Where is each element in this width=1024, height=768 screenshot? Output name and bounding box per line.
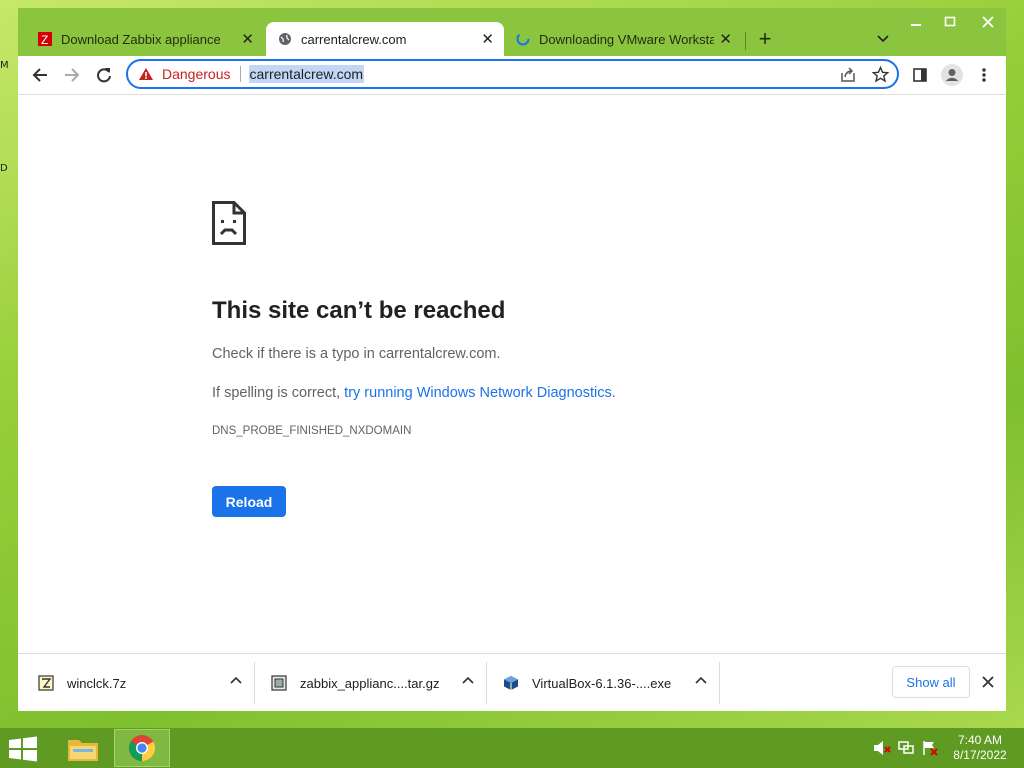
action-center-flag-icon[interactable] [920, 738, 940, 758]
tab-zabbix[interactable]: Z Download Zabbix appliance ✕ [24, 22, 264, 56]
error-code: DNS_PROBE_FINISHED_NXDOMAIN [212, 425, 412, 437]
profile-button[interactable] [937, 60, 967, 90]
close-tab-icon[interactable]: ✕ [719, 30, 732, 48]
security-status-chip[interactable]: Dangerous [162, 66, 231, 82]
tab-carrentalcrew[interactable]: carrentalcrew.com ✕ [266, 22, 504, 56]
spelling-suffix: . [611, 385, 616, 401]
address-bar[interactable]: Dangerous carrentalcrew.com [126, 59, 899, 89]
archive-icon [38, 675, 54, 691]
share-icon[interactable] [840, 67, 856, 88]
archive-icon [271, 675, 287, 691]
download-item[interactable]: zabbix_applianc....tar.gz [255, 654, 486, 712]
svg-text:Z: Z [41, 33, 48, 46]
tab-title: carrentalcrew.com [301, 31, 407, 47]
globe-icon [278, 32, 292, 46]
windows-logo-icon [9, 736, 37, 762]
folder-icon [68, 740, 98, 761]
arrow-right-icon [65, 68, 80, 82]
network-icon[interactable] [896, 738, 916, 758]
taskbar: 7:40 AM 8/17/2022 [0, 728, 1024, 768]
show-all-downloads-button[interactable]: Show all [892, 666, 970, 698]
side-panel-button[interactable] [905, 60, 935, 90]
close-tab-icon[interactable]: ✕ [241, 30, 254, 48]
arrow-left-icon [32, 68, 47, 82]
tab-title: Download Zabbix appliance [61, 31, 221, 47]
download-filename: VirtualBox-6.1.36-....exe [532, 675, 672, 691]
tab-title: Downloading VMware Workstati [539, 31, 714, 47]
page-content: This site can’t be reached Check if ther… [18, 94, 1006, 653]
taskbar-chrome[interactable] [114, 729, 170, 767]
browser-window: Z Download Zabbix appliance ✕ carrentalc… [18, 8, 1006, 711]
tab-search-button[interactable] [870, 22, 896, 56]
download-shelf: winclck.7z zabbix_applianc....tar.gz Vir… [18, 653, 1006, 711]
loading-spinner-icon [516, 32, 530, 46]
desktop-icon-label[interactable]: M [0, 60, 9, 71]
divider [239, 66, 241, 82]
clock-time: 7:40 AM [957, 733, 1003, 747]
chevron-up-icon[interactable] [230, 673, 242, 687]
system-clock[interactable]: 7:40 AM 8/17/2022 [950, 733, 1010, 763]
browser-toolbar: Dangerous carrentalcrew.com [18, 56, 1006, 94]
download-filename: zabbix_applianc....tar.gz [300, 675, 440, 691]
forward-button[interactable] [57, 60, 87, 90]
refresh-icon [97, 68, 111, 83]
spelling-prefix: If spelling is correct, [212, 385, 345, 401]
kebab-menu-icon [982, 68, 986, 82]
zabbix-icon: Z [38, 32, 52, 46]
start-button[interactable] [8, 736, 38, 762]
download-item[interactable]: winclck.7z [18, 654, 254, 712]
download-filename: winclck.7z [67, 675, 127, 691]
back-button[interactable] [25, 60, 55, 90]
reload-button[interactable]: Reload [212, 486, 286, 517]
clock-date: 8/17/2022 [953, 748, 1007, 762]
avatar-icon [941, 64, 963, 86]
taskbar-file-explorer[interactable] [55, 729, 111, 767]
chevron-up-icon[interactable] [462, 673, 474, 687]
new-tab-button[interactable]: + [750, 22, 780, 56]
spelling-suggestion: If spelling is correct, try running Wind… [212, 385, 616, 401]
plus-icon: + [758, 26, 772, 51]
close-download-shelf-icon[interactable] [976, 668, 1000, 696]
network-diagnostics-link[interactable]: try running Windows Network Diagnostics [344, 385, 612, 401]
volume-muted-icon[interactable] [872, 738, 892, 758]
tab-vmware[interactable]: Downloading VMware Workstati ✕ [508, 22, 742, 56]
reload-toolbar-button[interactable] [89, 60, 119, 90]
url-text[interactable]: carrentalcrew.com [248, 65, 365, 83]
tab-separator [745, 32, 746, 50]
download-item[interactable]: VirtualBox-6.1.36-....exe [487, 654, 719, 712]
error-title: This site can’t be reached [212, 297, 506, 324]
divider [719, 662, 720, 704]
menu-button[interactable] [969, 60, 999, 90]
desktop-icon-label[interactable]: D [0, 163, 8, 174]
warning-icon [138, 67, 154, 81]
side-panel-icon [913, 68, 927, 82]
chevron-up-icon[interactable] [695, 673, 707, 687]
chevron-down-icon [877, 35, 889, 43]
bookmark-star-icon[interactable] [871, 65, 890, 88]
virtualbox-icon [503, 675, 519, 691]
close-tab-icon[interactable]: ✕ [481, 30, 494, 48]
chrome-icon [128, 735, 156, 762]
tab-strip: Z Download Zabbix appliance ✕ carrentalc… [18, 20, 1006, 56]
typo-suggestion: Check if there is a typo in carrentalcre… [212, 346, 501, 362]
sad-document-icon [212, 201, 246, 250]
